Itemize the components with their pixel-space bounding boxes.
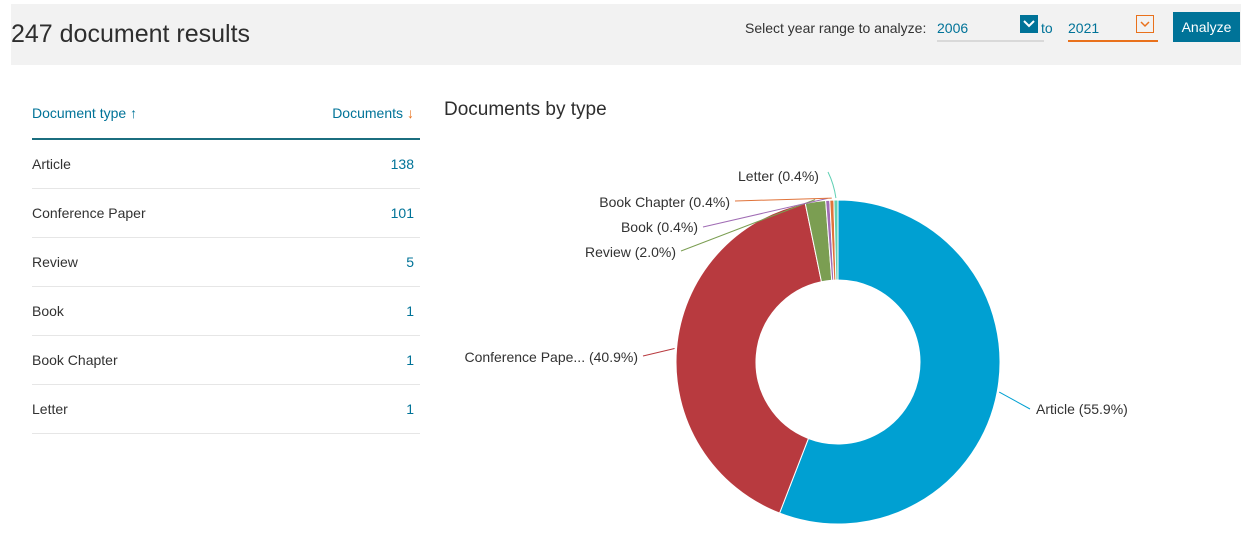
slice-label: Article (55.9%) xyxy=(1036,401,1128,417)
slice-label: Review (2.0%) xyxy=(585,244,676,260)
slice-label: Book Chapter (0.4%) xyxy=(599,194,730,210)
slice-label: Conference Pape... (40.9%) xyxy=(464,349,638,365)
slice-label: Letter (0.4%) xyxy=(738,168,819,184)
leader-line xyxy=(827,171,837,199)
leader-line xyxy=(998,391,1031,410)
leader-line xyxy=(642,347,675,357)
documents-by-type-donut-chart: Article (55.9%) Conference Pape... (40.9%… xyxy=(464,168,1128,525)
slice-label: Book (0.4%) xyxy=(621,219,698,235)
